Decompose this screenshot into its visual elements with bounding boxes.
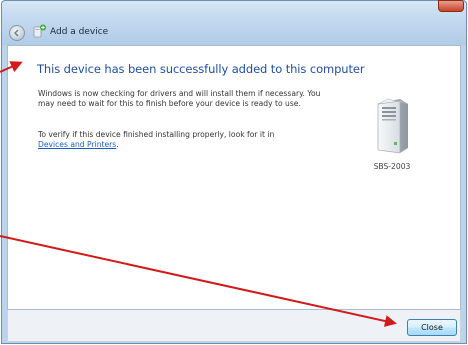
verify-info-prefix: To verify if this device finished instal… (38, 130, 275, 139)
close-button[interactable]: Close (407, 319, 457, 336)
title-bar: Add a device (2, 0, 466, 45)
back-arrow-icon (14, 29, 19, 37)
screenshot-stage: Add a device This device has been succes… (0, 0, 468, 345)
verify-info-text: To verify if this device finished instal… (38, 130, 338, 150)
driver-info-text: Windows is now checking for drivers and … (38, 89, 321, 108)
window-title: Add a device (50, 27, 109, 37)
add-device-icon (33, 24, 46, 38)
success-heading: This device has been successfully added … (37, 62, 365, 76)
add-device-window: Add a device This device has been succes… (1, 0, 467, 344)
button-bar: Close (7, 310, 461, 342)
content-panel: This device has been successfully added … (7, 45, 461, 310)
verify-info-suffix: . (116, 140, 119, 149)
device-name-label: SBS-2003 (373, 162, 411, 171)
back-button[interactable] (9, 25, 25, 41)
devices-and-printers-link[interactable]: Devices and Printers (38, 140, 116, 149)
window-close-button[interactable] (438, 0, 464, 12)
computer-tower-icon (377, 98, 409, 154)
